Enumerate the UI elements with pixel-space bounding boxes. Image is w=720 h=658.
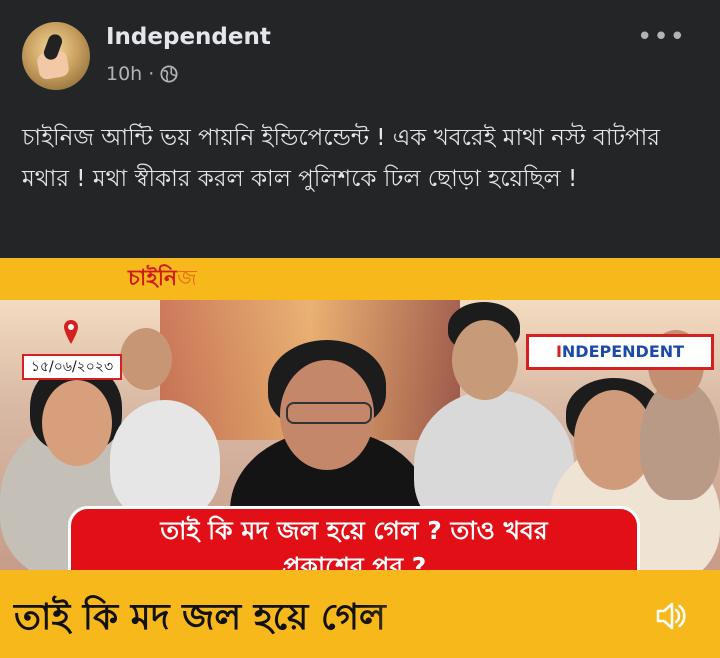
ticker-text: তাই কি মদ জল হয়ে গেল (14, 597, 386, 638)
video-ticker-strip: তাই কি মদ জল হয়ে গেল (0, 570, 720, 658)
location-pin-icon (64, 320, 78, 344)
author-name[interactable]: Independent (106, 24, 271, 50)
post-text: চাইনিজ আন্টি ভয় পায়নি ইন্ডিপেন্ডেন্ট !… (22, 125, 660, 192)
date-stamp: ১৫/০৬/২০২৩ (22, 354, 122, 380)
video-top-label: চাইনিজ (128, 261, 197, 298)
video-player[interactable]: চাইনিজ INDEPENDENT ১৫/০৬/২০২৩ তাই কি মদ … (0, 258, 720, 658)
speaker-icon[interactable] (650, 596, 690, 636)
channel-logo: INDEPENDENT (526, 334, 714, 370)
person-back-right-face (452, 320, 518, 400)
person-back-left-face (120, 328, 172, 390)
video-top-label-tail: জ (177, 266, 197, 291)
more-options-icon[interactable]: ••• (637, 22, 686, 52)
post-meta: 10h · (106, 63, 178, 85)
glasses (286, 402, 372, 424)
globe-icon[interactable] (160, 65, 178, 83)
post-time[interactable]: 10h (106, 63, 142, 85)
meta-separator: · (148, 63, 155, 85)
headline-line-1: তাই কি মদ জল হয়ে গেল ? তাও খবর (160, 516, 548, 545)
post-header: Independent 10h · ••• (22, 22, 700, 92)
channel-logo-text: NDEPENDENT (561, 342, 685, 361)
avatar[interactable] (22, 22, 90, 90)
video-frame: INDEPENDENT ১৫/০৬/২০২৩ তাই কি মদ জল হয়ে… (0, 300, 720, 591)
person-left-face (42, 380, 112, 466)
video-top-strip: চাইনিজ (0, 258, 720, 300)
video-top-label-main: চাইনি (128, 266, 178, 291)
person-back-left (110, 400, 220, 520)
